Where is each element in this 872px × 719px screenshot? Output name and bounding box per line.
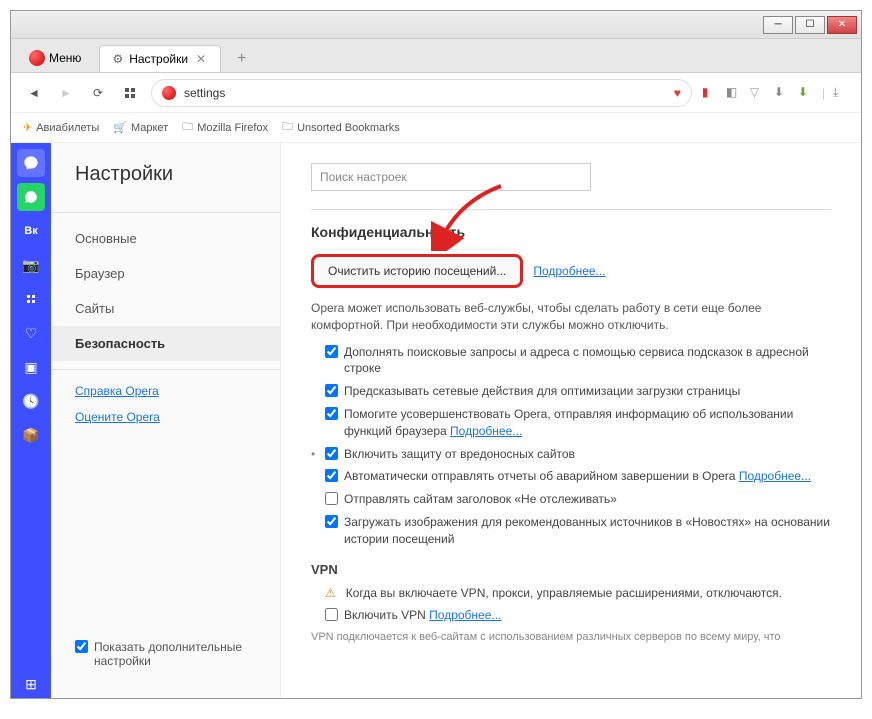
warning-icon: ⚠: [325, 585, 336, 602]
vpn-warning: ⚠Когда вы включаете VPN, прокси, управля…: [311, 585, 831, 602]
opera-logo-icon: [162, 86, 176, 100]
settings-icon[interactable]: ⊞: [17, 670, 45, 698]
whatsapp-icon[interactable]: [17, 183, 45, 211]
more-link[interactable]: Подробнее...: [429, 608, 501, 622]
settings-nav: Настройки Основные Браузер Сайты Безопас…: [51, 143, 281, 698]
speed-dial-icon[interactable]: [17, 285, 45, 313]
privacy-description: Opera может использовать веб-службы, что…: [311, 300, 831, 334]
adblock-icon[interactable]: ▮: [702, 85, 718, 101]
advanced-checkbox[interactable]: [75, 640, 88, 653]
titlebar: ─ ☐ ✕: [11, 11, 861, 39]
sidebar-icon[interactable]: ◧: [726, 85, 742, 101]
check-news-images[interactable]: Загружать изображения для рекомендованны…: [311, 514, 831, 548]
heart-icon[interactable]: ♡: [17, 319, 45, 347]
more-link[interactable]: Подробнее...: [450, 424, 522, 438]
settings-main: Поиск настроек Конфиденциальность Очисти…: [281, 143, 861, 698]
address-bar: ◄ ► ⟳ settings ♥ ▮ ◧ ▽ ⬇ ⬇ | ⤓: [11, 73, 861, 113]
divider: |: [822, 86, 825, 100]
nav-security[interactable]: Безопасность: [51, 326, 280, 361]
heart-icon[interactable]: ♥: [674, 86, 681, 100]
check-improve[interactable]: Помогите усовершенствовать Opera, отправ…: [311, 406, 831, 440]
more-link[interactable]: Подробнее...: [739, 469, 811, 483]
tab-settings[interactable]: ⚙ Настройки ✕: [99, 45, 221, 72]
new-tab-button[interactable]: +: [229, 46, 254, 72]
gear-icon: ⚙: [112, 52, 123, 66]
nav-rate[interactable]: Оцените Opera: [51, 404, 280, 430]
minimize-button[interactable]: ─: [763, 16, 793, 34]
bookmark-mozilla[interactable]: 🗀Mozilla Firefox: [182, 118, 268, 137]
content: Вк 📷 ♡ ▣ 🕓 📦 ⊞ Настройки Основные Браузе…: [11, 143, 861, 698]
address-input[interactable]: settings ♥: [151, 79, 692, 107]
close-button[interactable]: ✕: [827, 16, 857, 34]
bookmark-market[interactable]: 🛒Маркет: [113, 121, 168, 134]
opera-logo-icon: [29, 50, 45, 66]
clear-history-button[interactable]: Очистить историю посещений...: [311, 254, 523, 288]
check-malware[interactable]: Включить защиту от вредоносных сайтов: [311, 446, 831, 463]
package-icon[interactable]: 📦: [17, 421, 45, 449]
url-text: settings: [184, 86, 666, 100]
nav-help[interactable]: Справка Opera: [51, 378, 280, 404]
bookmark-unsorted[interactable]: 🗀Unsorted Bookmarks: [282, 118, 400, 137]
bookmarks-bar: ✈Авиабилеты 🛒Маркет 🗀Mozilla Firefox 🗀Un…: [11, 113, 861, 143]
opera-menu-button[interactable]: Меню: [19, 44, 91, 72]
tab-close-button[interactable]: ✕: [194, 52, 208, 66]
cart-icon: 🛒: [113, 121, 127, 134]
maximize-button[interactable]: ☐: [795, 16, 825, 34]
messenger-icon[interactable]: [17, 149, 45, 177]
forward-button[interactable]: ►: [55, 82, 77, 104]
check-vpn[interactable]: Включить VPN Подробнее...: [311, 607, 831, 624]
news-icon[interactable]: ▣: [17, 353, 45, 381]
tab-bar: Меню ⚙ Настройки ✕ +: [11, 39, 861, 73]
nav-browser[interactable]: Браузер: [51, 256, 280, 291]
nav-basic[interactable]: Основные: [51, 221, 280, 256]
download-icon[interactable]: ⬇: [774, 85, 790, 101]
check-predict[interactable]: Предсказывать сетевые действия для оптим…: [311, 383, 831, 400]
nav-sites[interactable]: Сайты: [51, 291, 280, 326]
sidebar: Вк 📷 ♡ ▣ 🕓 📦 ⊞: [11, 143, 51, 698]
browser-window: ─ ☐ ✕ Меню ⚙ Настройки ✕ + ◄ ► ⟳ setting…: [10, 10, 862, 699]
more-link[interactable]: Подробнее...: [533, 264, 605, 278]
speed-dial-button[interactable]: [119, 82, 141, 104]
tab-title: Настройки: [129, 52, 188, 66]
vpn-heading: VPN: [311, 562, 831, 577]
vpn-description: VPN подключается к веб-сайтам с использо…: [311, 630, 831, 645]
check-crash[interactable]: Автоматически отправлять отчеты об авари…: [311, 468, 831, 485]
folder-icon: 🗀: [182, 118, 193, 137]
savefrom-icon[interactable]: ⬇: [798, 85, 814, 101]
back-button[interactable]: ◄: [23, 82, 45, 104]
bookmark-aviabilety[interactable]: ✈Авиабилеты: [23, 121, 99, 134]
reload-button[interactable]: ⟳: [87, 82, 109, 104]
vk-icon[interactable]: Вк: [17, 217, 45, 245]
privacy-heading: Конфиденциальность: [311, 224, 831, 240]
settings-search-input[interactable]: Поиск настроек: [311, 163, 591, 191]
settings-title: Настройки: [51, 163, 280, 204]
plane-icon: ✈: [23, 121, 32, 134]
downloads-icon[interactable]: ⤓: [833, 85, 849, 101]
shield-icon[interactable]: ▽: [750, 85, 766, 101]
check-dnt[interactable]: Отправлять сайтам заголовок «Не отслежив…: [311, 491, 831, 508]
folder-icon: 🗀: [282, 118, 293, 137]
menu-label: Меню: [49, 51, 81, 65]
extension-icons: ▮ ◧ ▽ ⬇ ⬇ | ⤓: [702, 85, 849, 101]
check-autocomplete[interactable]: Дополнять поисковые запросы и адреса с п…: [311, 344, 831, 378]
clock-icon[interactable]: 🕓: [17, 387, 45, 415]
show-advanced-checkbox[interactable]: Показать дополнительные настройки: [51, 630, 280, 678]
camera-icon[interactable]: 📷: [17, 251, 45, 279]
